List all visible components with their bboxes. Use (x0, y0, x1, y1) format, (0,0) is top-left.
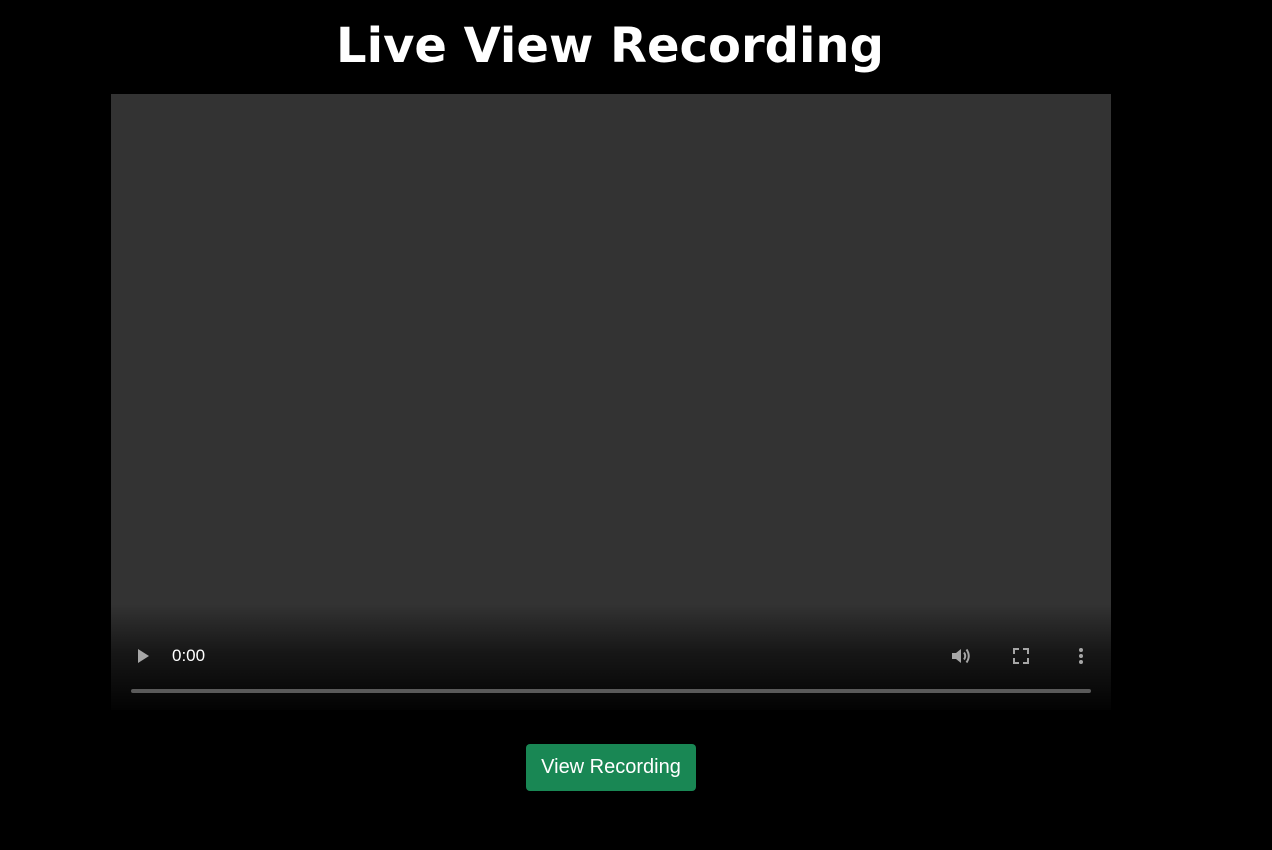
more-vert-icon[interactable] (1069, 644, 1093, 668)
video-controls: 0:00 (111, 604, 1111, 710)
progress-bar[interactable] (131, 689, 1091, 693)
page-title: Live View Recording (336, 18, 884, 74)
play-icon[interactable] (131, 644, 155, 668)
view-recording-button[interactable]: View Recording (526, 744, 696, 791)
fullscreen-icon[interactable] (1009, 644, 1033, 668)
current-time: 0:00 (172, 646, 206, 665)
volume-icon[interactable] (949, 644, 973, 668)
video-player[interactable]: 0:00 (111, 94, 1111, 710)
page: Live View Recording 0:00 View Recording (0, 0, 1272, 850)
